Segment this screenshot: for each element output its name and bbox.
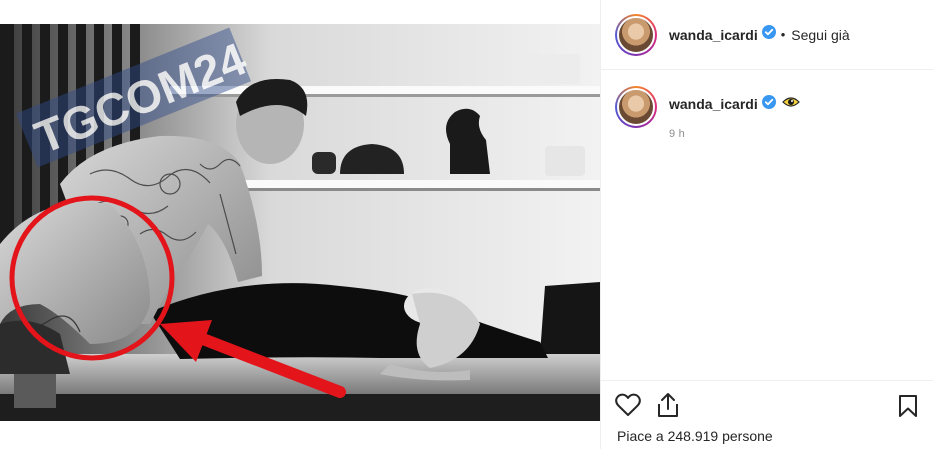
photo-illustration: TGCOM24: [0, 24, 600, 421]
verified-badge-icon: [761, 95, 776, 112]
caption-line: wanda_icardi: [669, 95, 800, 112]
post-photo-panel: TGCOM24: [0, 0, 600, 449]
follow-status-button[interactable]: Segui già: [791, 27, 849, 43]
username-link[interactable]: wanda_icardi: [669, 27, 758, 43]
heart-icon[interactable]: [615, 393, 641, 422]
post-actions: Piace a 248.919 persone: [601, 380, 933, 449]
post-timestamp[interactable]: 9 h: [669, 128, 800, 140]
avatar-image: [617, 88, 655, 126]
avatar[interactable]: [615, 13, 657, 56]
post-side-panel: wanda_icardi • Segui già wanda_icardi 9 …: [600, 0, 933, 449]
caption-comment: wanda_icardi 9 h: [615, 86, 920, 140]
avatar-image: [617, 15, 655, 54]
caption-username-link[interactable]: wanda_icardi: [669, 96, 758, 112]
verified-badge-icon: [761, 25, 776, 44]
avatar[interactable]: [615, 86, 657, 128]
post-photo[interactable]: TGCOM24: [0, 24, 600, 421]
bookmark-icon[interactable]: [898, 394, 918, 423]
share-icon[interactable]: [656, 392, 680, 423]
post-header: wanda_icardi • Segui già: [601, 0, 933, 70]
separator-dot: •: [780, 27, 786, 42]
caption-body: wanda_icardi 9 h: [669, 86, 800, 140]
likes-count[interactable]: Piace a 248.919 persone: [617, 428, 773, 444]
eye-emoji-icon: [781, 95, 800, 112]
